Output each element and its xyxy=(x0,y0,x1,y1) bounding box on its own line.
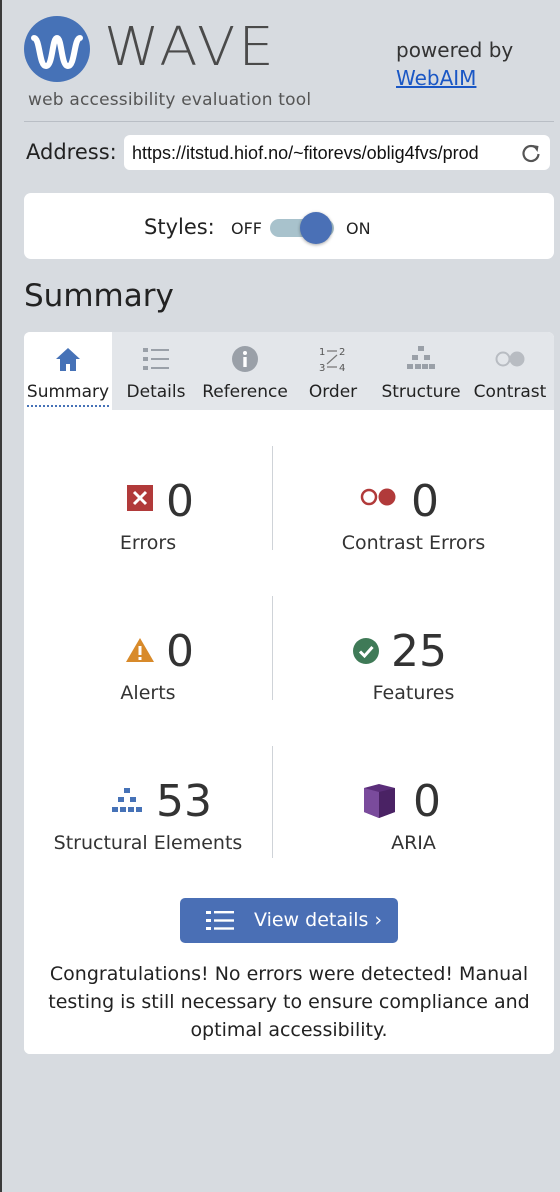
features-label: Features xyxy=(372,682,455,704)
alerts-stat[interactable]: 0 Alerts xyxy=(24,602,272,722)
alerts-label: Alerts xyxy=(120,682,176,704)
powered-by-label: powered by xyxy=(396,38,514,62)
tab-order[interactable]: 1 2 3 4 Order xyxy=(290,332,376,410)
styles-label: Styles: xyxy=(144,215,215,239)
styles-panel: Styles: OFF ON xyxy=(24,193,554,259)
errors-label: Errors xyxy=(119,532,177,554)
contrast-errors-stat[interactable]: 0 Contrast Errors xyxy=(273,452,554,572)
tab-summary-label: Summary xyxy=(26,382,110,407)
address-box xyxy=(124,135,550,170)
alerts-count: 0 xyxy=(166,626,194,677)
view-details-label: View details › xyxy=(254,909,383,931)
header: WAVE web accessibility evaluation tool p… xyxy=(24,14,554,114)
svg-text:1: 1 xyxy=(319,347,325,358)
tab-bar: Summary Details Reference 1 2 3 4 Order … xyxy=(24,332,554,410)
contrast-icon xyxy=(495,351,525,367)
alert-icon xyxy=(126,638,154,662)
list-icon xyxy=(206,911,234,930)
page-title: Summary xyxy=(24,278,174,314)
structural-label: Structural Elements xyxy=(53,832,243,854)
order-icon: 1 2 3 4 xyxy=(319,347,345,374)
address-label: Address: xyxy=(26,140,117,164)
contrast-error-icon xyxy=(360,488,396,506)
tab-contrast[interactable]: Contrast xyxy=(466,332,554,410)
wave-logo-icon xyxy=(24,16,90,82)
aria-label: ARIA xyxy=(391,832,436,854)
header-divider xyxy=(24,121,554,122)
summary-body: 0 Errors 0 Contrast Errors 0 Alerts 25 F… xyxy=(24,410,554,1054)
feature-check-icon xyxy=(353,638,379,664)
wave-sidebar: WAVE web accessibility evaluation tool p… xyxy=(0,0,560,1192)
structural-count: 53 xyxy=(156,776,212,827)
styles-off-label: OFF xyxy=(231,219,262,238)
tab-contrast-label: Contrast xyxy=(473,382,547,402)
tab-reference-label: Reference xyxy=(202,382,288,402)
structural-stat[interactable]: 53 Structural Elements xyxy=(24,752,272,872)
aria-stat[interactable]: 0 ARIA xyxy=(273,752,554,872)
svg-text:2: 2 xyxy=(339,347,345,358)
list-icon xyxy=(143,348,169,370)
tab-structure[interactable]: Structure xyxy=(376,332,466,410)
tab-structure-label: Structure xyxy=(381,382,461,402)
errors-stat[interactable]: 0 Errors xyxy=(24,452,272,572)
features-count: 25 xyxy=(391,626,447,677)
webaim-link[interactable]: WebAIM xyxy=(396,66,476,90)
info-icon xyxy=(232,346,258,372)
structure-icon xyxy=(112,788,142,812)
summary-panel: Summary Details Reference 1 2 3 4 Order … xyxy=(24,332,554,1054)
address-input[interactable] xyxy=(132,141,514,165)
reload-icon[interactable] xyxy=(520,142,542,164)
structure-icon xyxy=(407,346,435,369)
styles-toggle-knob[interactable] xyxy=(300,212,332,244)
tab-order-label: Order xyxy=(308,382,358,402)
svg-text:3: 3 xyxy=(319,363,325,374)
errors-count: 0 xyxy=(166,476,194,527)
features-stat[interactable]: 25 Features xyxy=(273,602,554,722)
error-icon xyxy=(127,485,153,511)
contrast-errors-label: Contrast Errors xyxy=(341,532,486,554)
tab-details-label: Details xyxy=(126,382,186,402)
contrast-errors-count: 0 xyxy=(411,476,439,527)
aria-icon xyxy=(364,784,395,818)
styles-on-label: ON xyxy=(346,219,371,238)
logo-text: WAVE xyxy=(104,16,277,79)
aria-count: 0 xyxy=(413,776,441,827)
congratulations-message: Congratulations! No errors were detected… xyxy=(48,963,530,1041)
tagline: web accessibility evaluation tool xyxy=(28,90,312,110)
home-icon xyxy=(56,348,80,371)
tab-details[interactable]: Details xyxy=(112,332,200,410)
view-details-button[interactable]: View details › xyxy=(180,898,398,943)
tab-reference[interactable]: Reference xyxy=(200,332,290,410)
svg-text:4: 4 xyxy=(339,363,345,374)
tab-summary[interactable]: Summary xyxy=(24,332,112,410)
